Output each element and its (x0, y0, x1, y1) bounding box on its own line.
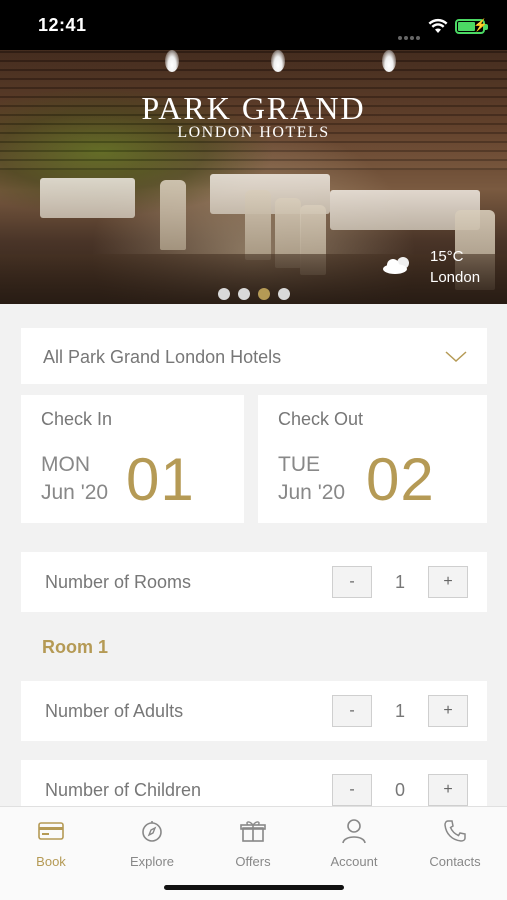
credit-card-icon (6, 817, 96, 845)
carousel-dot[interactable] (277, 288, 290, 300)
check-in-month-year: Jun '20 (41, 481, 109, 504)
status-bar: 12:41 ⚡ (0, 0, 507, 50)
adults-count: 1 (394, 701, 405, 721)
tab-label: Offers (235, 854, 271, 869)
rooms-decrement-button[interactable]: - (332, 566, 372, 598)
brand-logo-title: PARK GRAND (141, 90, 366, 126)
weather-city: London (430, 269, 481, 286)
carousel-dot-active[interactable] (257, 288, 270, 300)
battery-icon: ⚡ (455, 18, 488, 34)
room-heading: Room 1 (42, 637, 109, 657)
tab-label: Book (36, 854, 66, 869)
tab-offers[interactable]: Offers (208, 817, 298, 869)
check-out-label: Check Out (278, 409, 364, 429)
adults-counter: Number of Adults - 1 + (21, 681, 487, 741)
tab-contacts[interactable]: Contacts (410, 817, 500, 869)
check-out-weekday: TUE (278, 453, 320, 476)
check-in-weekday: MON (41, 453, 90, 476)
carousel-dot[interactable] (237, 288, 250, 300)
check-out-date-picker[interactable]: Check Out TUE Jun '20 02 (258, 395, 487, 523)
status-time: 12:41 (38, 15, 87, 35)
cellular-signal-icon (398, 27, 422, 45)
adults-label: Number of Adults (45, 701, 184, 721)
check-in-label: Check In (41, 409, 113, 429)
hotel-select-value: All Park Grand London Hotels (43, 347, 282, 367)
tab-label: Explore (129, 854, 175, 869)
compass-icon (107, 817, 197, 845)
tab-label: Account (330, 854, 378, 869)
children-count: 0 (394, 780, 405, 800)
brand-logo-subtitle: LONDON HOTELS (177, 124, 330, 141)
rooms-label: Number of Rooms (45, 572, 192, 592)
tab-book[interactable]: Book (6, 817, 96, 869)
home-indicator (164, 885, 344, 890)
tab-explore[interactable]: Explore (107, 817, 197, 869)
hero-banner[interactable]: PARK GRAND LONDON HOTELS 15°C London (0, 50, 507, 304)
rooms-counter: Number of Rooms - 1 + (21, 552, 487, 612)
wifi-icon (428, 18, 448, 39)
tab-label: Contacts (429, 854, 481, 869)
adults-decrement-button[interactable]: - (332, 695, 372, 727)
check-out-month-year: Jun '20 (278, 481, 346, 504)
gift-icon (208, 817, 298, 845)
carousel-dot[interactable] (217, 288, 230, 300)
phone-icon (410, 817, 500, 845)
hotel-select-dropdown[interactable]: All Park Grand London Hotels (21, 328, 487, 384)
check-in-date-picker[interactable]: Check In MON Jun '20 01 (21, 395, 244, 523)
children-decrement-button[interactable]: - (332, 774, 372, 806)
children-label: Number of Children (45, 780, 202, 800)
partly-cloudy-icon (381, 255, 417, 280)
rooms-count: 1 (394, 572, 405, 592)
check-out-day: 02 (366, 446, 435, 513)
tab-account[interactable]: Account (309, 817, 399, 869)
chevron-down-icon (445, 350, 467, 368)
carousel-indicator[interactable] (0, 287, 507, 304)
adults-increment-button[interactable]: + (428, 695, 468, 727)
weather-temperature: 15°C (430, 248, 464, 265)
children-increment-button[interactable]: + (428, 774, 468, 806)
user-icon (309, 817, 399, 845)
check-in-day: 01 (126, 446, 195, 513)
rooms-increment-button[interactable]: + (428, 566, 468, 598)
